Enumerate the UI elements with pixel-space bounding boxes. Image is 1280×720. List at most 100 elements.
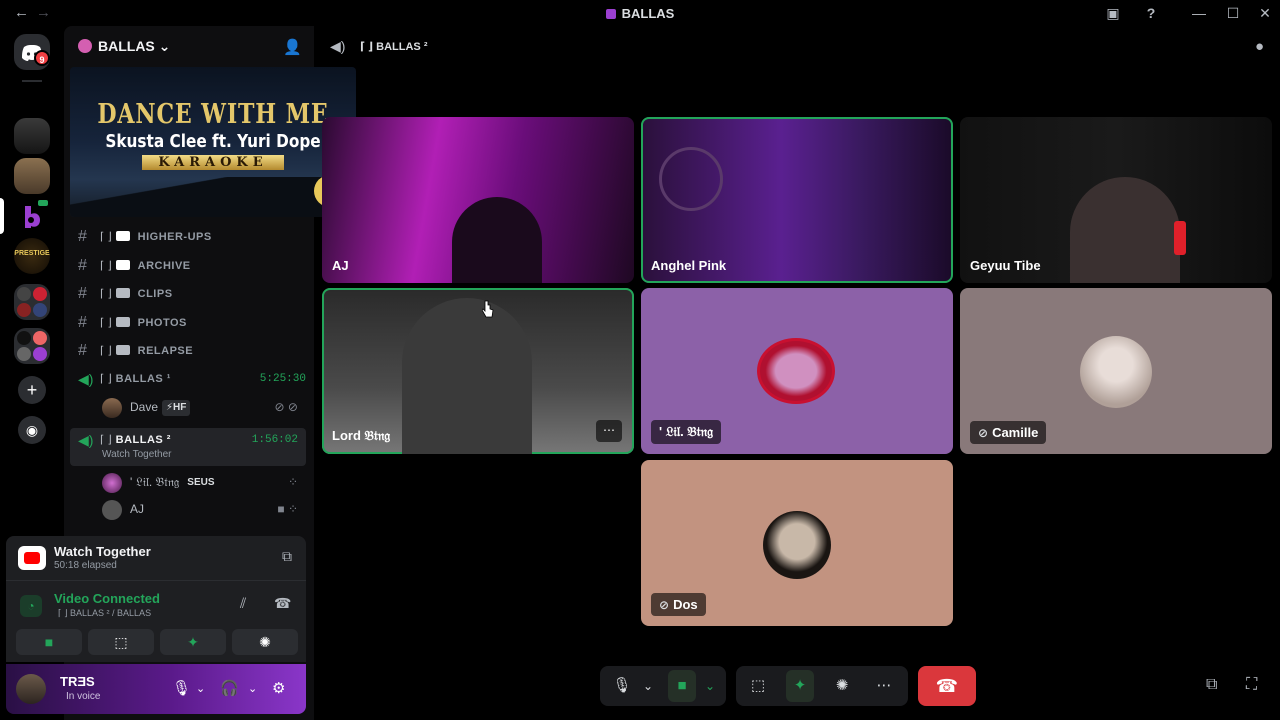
headphones-options-chevron-icon[interactable]: ⌄ xyxy=(248,682,257,695)
participant-silhouette xyxy=(452,197,542,283)
noise-suppression-icon[interactable]: ⫽ xyxy=(240,595,246,612)
chat-bubble-icon[interactable]: ● xyxy=(1255,38,1264,55)
user-avatar[interactable] xyxy=(16,674,46,704)
channel-name: CLIPS xyxy=(137,288,173,300)
activity-panel[interactable]: Watch Together 50:18 elapsed ⧉ xyxy=(6,536,306,580)
close-button[interactable]: ✕ xyxy=(1254,3,1276,23)
dm-badge: 9 xyxy=(34,50,50,66)
voice-channel-ballas-2[interactable]: ◀) ⌈ ⌋ BALLAS ² 1:56:02 Watch Together xyxy=(70,428,306,466)
hash-icon: # xyxy=(78,342,87,359)
more-options-button[interactable]: ⋯ xyxy=(596,420,622,442)
audio-video-controls: 🎙 ⌄ ■ ⌄ xyxy=(600,666,726,706)
avatar xyxy=(102,397,122,418)
screen-share-button[interactable]: ⬚ xyxy=(88,629,154,655)
camera-toggle-button[interactable]: ■ xyxy=(668,670,696,702)
server-icon-prestige[interactable]: PRESTIGE xyxy=(14,238,50,274)
video-tile-lil-btng[interactable]: ' 𝔏𝔦𝔩. 𝔅𝔱𝔫𝔤 xyxy=(641,288,953,454)
channel-prefix: ⌈ ⌋ xyxy=(100,345,112,357)
channel-prefix: ⌈ ⌋ xyxy=(100,288,112,300)
disconnect-button[interactable]: ☎ xyxy=(918,666,976,706)
channel-prefix: ⌈ ⌋ xyxy=(100,317,112,329)
youtube-icon xyxy=(18,546,46,570)
popout-icon[interactable]: ⧉ xyxy=(1206,676,1217,694)
video-activity-icon: ■ ⁘ xyxy=(277,502,298,516)
camera-button[interactable]: ■ xyxy=(16,629,82,655)
hash-icon: # xyxy=(78,228,87,245)
more-button[interactable]: ⋯ xyxy=(870,666,898,706)
server-folder-1[interactable] xyxy=(14,284,50,320)
voice-header: ◀) ⌈ ⌋ BALLAS ² ● xyxy=(314,26,1280,66)
photo-icon xyxy=(115,317,130,327)
active-server-pill xyxy=(0,198,4,234)
soundboard-button[interactable]: ✺ xyxy=(232,629,298,655)
channel-archive[interactable]: # ⌈ ⌋ ARCHIVE xyxy=(78,254,306,278)
channel-relapse[interactable]: # ⌈ ⌋ RELAPSE xyxy=(78,339,306,363)
disconnect-icon[interactable]: ☎ xyxy=(274,595,291,612)
user-name[interactable]: TRƎS xyxy=(60,674,95,689)
channel-clips[interactable]: # ⌈ ⌋ CLIPS xyxy=(78,282,306,306)
invite-people-icon[interactable]: 👤 xyxy=(283,38,302,56)
camera-chevron-icon[interactable]: ⌄ xyxy=(700,666,720,706)
guild-header[interactable]: BALLAS ⌄ xyxy=(78,38,170,55)
maximize-button[interactable]: ☐ xyxy=(1222,3,1244,23)
activity-icon: ⁘ xyxy=(287,475,298,489)
fullscreen-icon[interactable]: ⛶ xyxy=(1246,676,1257,694)
prestige-text: PRESTIGE xyxy=(14,250,50,257)
avatar xyxy=(102,472,122,493)
participant-name: Geyuu Tibe xyxy=(970,258,1041,273)
folder-thumb xyxy=(33,287,47,301)
screen-share-button[interactable]: ⬚ xyxy=(744,666,772,706)
video-tile-dos[interactable]: ⊘ Dos xyxy=(641,460,953,626)
video-tile-geyuu-tibe[interactable]: Geyuu Tibe xyxy=(960,117,1272,283)
voice-channel-ballas-1[interactable]: ◀) ⌈ ⌋ BALLAS ¹ 5:25:30 xyxy=(78,367,306,391)
video-tile-aj[interactable]: AJ xyxy=(322,117,634,283)
help-icon[interactable]: ? xyxy=(1140,3,1162,23)
activity-elapsed: 50:18 elapsed xyxy=(54,560,117,571)
hash-icon: # xyxy=(78,257,87,274)
mic-options-chevron-icon[interactable]: ⌄ xyxy=(196,682,205,695)
server-folder-2[interactable] xyxy=(14,328,50,364)
screen-icon[interactable]: ▣ xyxy=(1102,3,1124,23)
video-tile-lord-btng[interactable]: Lord 𝔅𝔱𝔫𝔤 ⋯ xyxy=(322,288,634,454)
server-icon-1[interactable] xyxy=(14,118,50,154)
connection-status[interactable]: Video Connected xyxy=(54,591,160,606)
voice-user-dave[interactable]: Dave ⚡HF ⊘ ⊘ xyxy=(102,395,302,419)
voice-user-aj[interactable]: AJ ■ ⁘ xyxy=(102,497,302,521)
folder-thumb xyxy=(33,331,47,345)
participant-name-pill: ⊘ Camille xyxy=(970,421,1047,444)
signal-icon[interactable]: ◔ xyxy=(20,595,42,617)
guild-icon xyxy=(78,39,92,53)
explore-servers-icon[interactable]: ◉ xyxy=(18,416,46,444)
channel-higher-ups[interactable]: # ⌈ ⌋ HIGHER-UPS xyxy=(78,225,306,249)
banner-line-3: KARAOKE xyxy=(142,155,284,170)
folder-thumb xyxy=(17,287,31,301)
channel-photos[interactable]: # ⌈ ⌋ PHOTOS xyxy=(78,311,306,335)
muted-icon: ⊘ xyxy=(978,426,989,440)
settings-gear-icon[interactable]: ⚙ xyxy=(272,679,285,697)
camera-icon xyxy=(115,288,130,298)
headphones-icon[interactable]: 🎧 xyxy=(220,679,239,697)
mouse-pointer-icon xyxy=(482,300,494,318)
video-tile-anghel-pink[interactable]: Anghel Pink xyxy=(641,117,953,283)
mic-button[interactable]: 🎙 xyxy=(608,666,636,706)
mic-icon[interactable]: 🎙 xyxy=(172,679,191,697)
voice-user-lil-btng[interactable]: ' 𝔏𝔦𝔩. 𝔅𝔱𝔫𝔤 SEUS ⁘ xyxy=(102,470,302,494)
guild-name: BALLAS ⌄ xyxy=(98,38,171,54)
add-server-button[interactable]: + xyxy=(18,376,46,404)
title-bar: ← → BALLAS ▣ ? — ☐ ✕ xyxy=(0,0,1280,26)
channel-name: RELAPSE xyxy=(137,345,194,357)
activity-button[interactable]: ✦ xyxy=(160,629,226,655)
activities-button[interactable]: ✦ xyxy=(786,670,814,702)
minimize-button[interactable]: — xyxy=(1188,3,1210,23)
soundboard-button[interactable]: ✺ xyxy=(828,666,856,706)
leave-activity-icon[interactable]: ⧉ xyxy=(282,548,292,565)
server-icon-2[interactable] xyxy=(14,158,50,194)
banner-line-2: Skusta Clee ft. Yuri Dope xyxy=(105,131,321,152)
video-tile-camille[interactable]: ⊘ Camille xyxy=(960,288,1272,454)
hash-icon: # xyxy=(78,285,87,302)
voice-user-name: Dave xyxy=(130,400,159,414)
connection-channel[interactable]: ⌈ ⌋ BALLAS ² / BALLAS xyxy=(58,608,151,619)
window-title: BALLAS xyxy=(0,6,1280,21)
mic-chevron-icon[interactable]: ⌄ xyxy=(638,666,658,706)
participant-avatar xyxy=(757,338,835,404)
